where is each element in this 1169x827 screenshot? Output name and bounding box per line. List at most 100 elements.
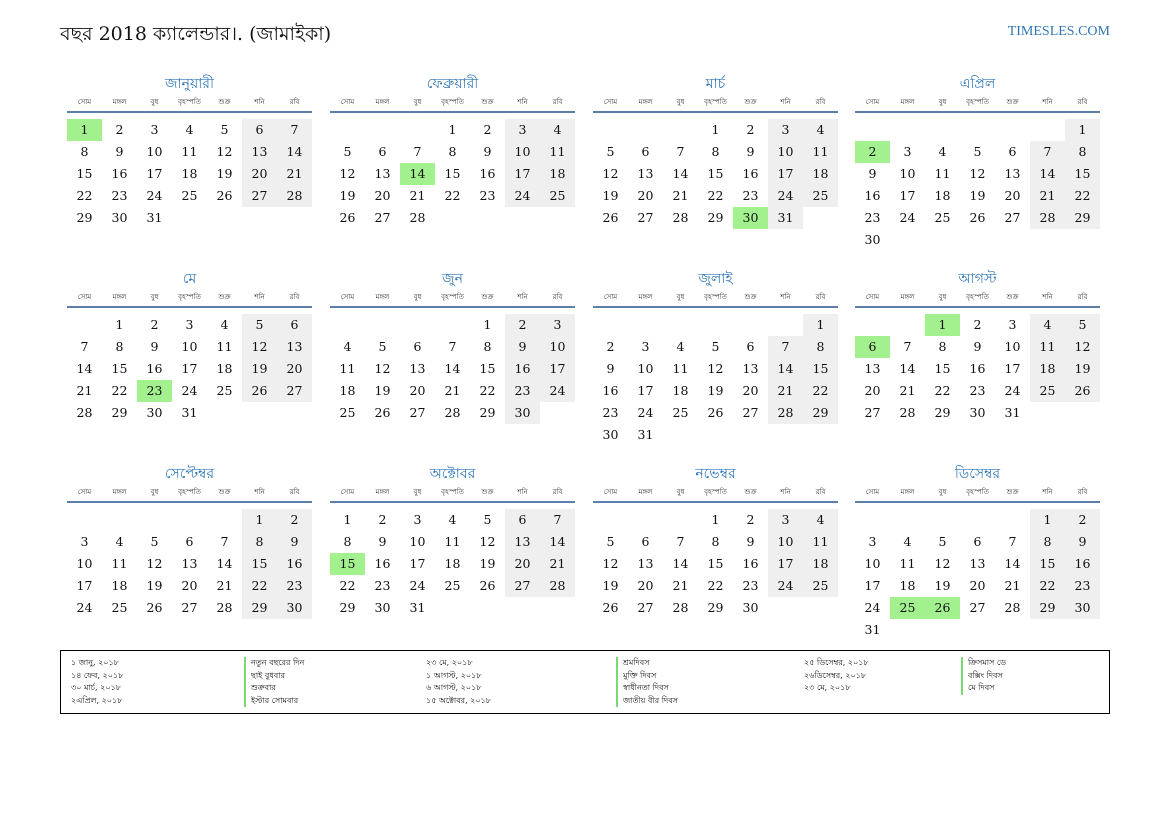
legend-marker	[616, 657, 618, 707]
weekday-label: রবি	[289, 488, 300, 496]
day-cell: 10	[768, 531, 803, 553]
day-cell: 12	[339, 166, 356, 181]
day-cell: 6	[1008, 144, 1017, 159]
month-name: জুন	[442, 271, 463, 287]
legend-holiday-name: ক্রিসমাস ডে	[968, 658, 1006, 667]
weekday-label: রবি	[289, 98, 300, 106]
day-cell: 23	[137, 380, 172, 402]
day-cell: 26	[374, 405, 391, 420]
weekday-label: সোম	[77, 98, 92, 106]
day-cell: 23	[374, 578, 391, 593]
weekday-label: বুধ	[938, 293, 947, 301]
day-cell: 15	[479, 361, 496, 376]
day-cell: 29	[707, 210, 724, 225]
day-cell: 23	[1065, 575, 1100, 597]
day-cell: 12	[146, 556, 163, 571]
day-cell: 23	[505, 380, 540, 402]
day-cell: 13	[242, 141, 277, 163]
weekday-label: সোম	[77, 293, 92, 301]
day-cell: 7	[80, 339, 89, 354]
day-cell: 21	[277, 163, 312, 185]
day-cell: 29	[1030, 597, 1065, 619]
weekday-label: শনি	[780, 98, 791, 106]
month-divider	[330, 111, 575, 113]
weekday-label: মঙ্গল	[112, 293, 127, 301]
legend-date: ২এপ্রিল, ২০১৮	[71, 695, 123, 705]
day-cell: 13	[637, 166, 654, 181]
day-cell: 24	[637, 405, 654, 420]
month-divider	[855, 111, 1100, 113]
day-cell: 2	[483, 122, 492, 137]
month-name: জানুয়ারী	[165, 76, 214, 92]
day-cell: 1	[483, 317, 492, 332]
day-cell: 9	[483, 144, 492, 159]
day-cell: 29	[803, 402, 838, 424]
legend-date: ৬ আগস্ট, ২০১৮	[426, 683, 482, 692]
month-divider	[67, 501, 312, 503]
day-cell: 24	[540, 380, 575, 402]
weekday-label: মঙ্গল	[375, 293, 390, 301]
day-cell: 30	[277, 597, 312, 619]
day-cell: 4	[903, 534, 912, 549]
day-cell: 18	[444, 556, 461, 571]
day-cell: 2	[378, 512, 387, 527]
day-cell: 27	[1004, 210, 1021, 225]
legend-holiday-name: স্বাধীনতা দিবস	[623, 683, 669, 692]
weekday-label: মঙ্গল	[112, 98, 127, 106]
day-cell: 30	[111, 210, 128, 225]
day-cell: 6	[242, 119, 277, 141]
day-cell: 6	[641, 534, 650, 549]
weekday-label: রবি	[552, 98, 563, 106]
day-cell: 20	[181, 578, 198, 593]
day-cell: 29	[76, 210, 93, 225]
day-cell: 12	[707, 361, 724, 376]
day-cell: 8	[343, 534, 352, 549]
day-cell: 12	[242, 336, 277, 358]
legend-holiday-name: নতুন বছরের দিন	[251, 658, 305, 667]
weekday-label: বুধ	[938, 98, 947, 106]
day-cell: 11	[899, 556, 916, 571]
day-cell: 12	[969, 166, 986, 181]
day-cell: 22	[479, 383, 496, 398]
day-cell: 6	[641, 144, 650, 159]
day-cell: 20	[277, 358, 312, 380]
day-cell: 14	[400, 163, 435, 185]
day-cell: 30	[146, 405, 163, 420]
day-cell: 27	[409, 405, 426, 420]
weekday-label: সোম	[77, 488, 92, 496]
site-link[interactable]: TIMESLES.COM	[1008, 24, 1110, 40]
legend-date: ১৪ ফেব, ২০১৮	[71, 670, 124, 680]
day-cell: 23	[602, 405, 619, 420]
day-cell: 17	[76, 578, 93, 593]
day-cell: 30	[969, 405, 986, 420]
day-cell: 16	[146, 361, 163, 376]
day-cell: 3	[1008, 317, 1017, 332]
day-cell: 9	[277, 531, 312, 553]
month-name: মে	[182, 271, 197, 287]
day-cell: 9	[973, 339, 982, 354]
month-divider	[330, 501, 575, 503]
day-cell: 10	[409, 534, 426, 549]
day-cell: 20	[969, 578, 986, 593]
day-cell: 15	[1030, 553, 1065, 575]
month-divider	[593, 306, 838, 308]
day-cell: 28	[540, 575, 575, 597]
day-cell: 30	[864, 232, 881, 247]
legend-holiday-name: শ্রমদিবস	[623, 658, 650, 667]
day-cell: 8	[1030, 531, 1065, 553]
day-cell: 16	[111, 166, 128, 181]
day-cell: 24	[409, 578, 426, 593]
day-cell: 23	[742, 188, 759, 203]
day-cell: 16	[374, 556, 391, 571]
weekday-label: সোম	[865, 98, 880, 106]
day-cell: 4	[540, 119, 575, 141]
weekday-label: বৃহস্পতি	[441, 293, 464, 301]
day-cell: 30	[1065, 597, 1100, 619]
day-cell: 25	[890, 597, 925, 619]
day-cell: 1	[1065, 119, 1100, 141]
day-cell: 2	[505, 314, 540, 336]
day-cell: 12	[374, 361, 391, 376]
weekday-label: রবি	[289, 293, 300, 301]
day-cell: 18	[111, 578, 128, 593]
day-cell: 14	[672, 166, 689, 181]
